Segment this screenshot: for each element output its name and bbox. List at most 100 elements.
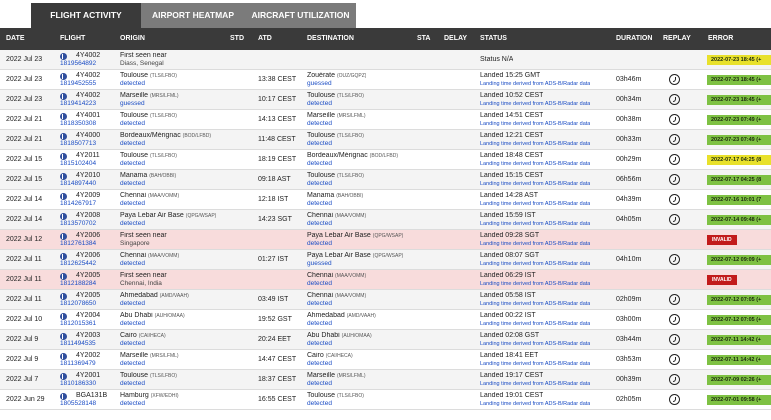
error-badge[interactable]: 2022-07-11 14:42 (+: [707, 355, 771, 365]
replay-icon[interactable]: [669, 334, 680, 345]
table-row[interactable]: 2022 Jul 11 4Y2005 1812078650 Ahmedabad (AM…: [0, 290, 771, 310]
replay-icon[interactable]: [669, 394, 680, 405]
column-header-status[interactable]: STATUS: [480, 28, 507, 50]
error-badge[interactable]: 2022-07-12 07:05 (+: [707, 295, 771, 305]
flight-number[interactable]: 4Y2005: [76, 272, 100, 280]
table-row[interactable]: 2022 Jul 21 4Y4000 1818507713 Bordeaux/Méri…: [0, 130, 771, 150]
flight-id-link[interactable]: 1811369479: [60, 360, 96, 368]
error-badge[interactable]: INVALID: [707, 275, 737, 285]
column-header-sta[interactable]: STA: [417, 28, 430, 50]
error-badge[interactable]: 2022-07-09 02:26 (+: [707, 375, 771, 385]
error-badge[interactable]: 2022-07-23 18:45 (+: [707, 75, 771, 85]
column-header-date[interactable]: DATE: [6, 28, 25, 50]
error-badge[interactable]: 2022-07-12 07:05 (+: [707, 315, 771, 325]
tab-aircraft-utilization[interactable]: AIRCRAFT UTILIZATION: [245, 3, 356, 28]
table-row[interactable]: 2022 Jul 15 4Y2010 1814897440 Manama (BAH/O…: [0, 170, 771, 190]
replay-icon[interactable]: [669, 374, 680, 385]
column-header-std[interactable]: STD: [230, 28, 244, 50]
tab-airport-heatmap[interactable]: AIRPORT HEATMAP: [141, 3, 245, 28]
flight-number[interactable]: 4Y2009: [76, 192, 100, 200]
table-row[interactable]: 2022 Jul 14 4Y2009 1814267917 Chennai (MAA/…: [0, 190, 771, 210]
flight-id-link[interactable]: 1818350308: [60, 120, 96, 128]
replay-icon[interactable]: [669, 94, 680, 105]
error-badge[interactable]: 2022-07-11 14:42 (+: [707, 335, 771, 345]
replay-icon[interactable]: [669, 254, 680, 265]
table-row[interactable]: 2022 Jul 23 4Y4002 1819452555 Toulouse (TLS…: [0, 70, 771, 90]
column-header-flight[interactable]: FLIGHT: [60, 28, 85, 50]
replay-icon[interactable]: [669, 114, 680, 125]
replay-icon[interactable]: [669, 134, 680, 145]
replay-icon[interactable]: [669, 174, 680, 185]
flight-number[interactable]: 4Y2005: [76, 292, 100, 300]
error-badge[interactable]: 2022-07-23 07:49 (+: [707, 115, 771, 125]
tab-flight-activity[interactable]: FLIGHT ACTIVITY: [31, 3, 141, 28]
flight-id-link[interactable]: 1812188284: [60, 280, 96, 288]
flight-number[interactable]: BGA131B: [76, 392, 107, 400]
table-row[interactable]: 2022 Jul 15 4Y2011 1815102404 Toulouse (TLS…: [0, 150, 771, 170]
column-header-duration[interactable]: DURATION: [616, 28, 652, 50]
error-badge[interactable]: INVALID: [707, 235, 737, 245]
replay-icon[interactable]: [669, 214, 680, 225]
flight-id-link[interactable]: 1812015361: [60, 320, 96, 328]
table-row[interactable]: 2022 Jul 21 4Y4001 1818350308 Toulouse (TLS…: [0, 110, 771, 130]
flight-number[interactable]: 4Y2003: [76, 332, 100, 340]
flight-id-link[interactable]: 1819564892: [60, 60, 96, 68]
flight-number[interactable]: 4Y4002: [76, 72, 100, 80]
replay-icon[interactable]: [669, 194, 680, 205]
flight-number[interactable]: 4Y2001: [76, 372, 100, 380]
column-header-destination[interactable]: DESTINATION: [307, 28, 354, 50]
replay-icon[interactable]: [669, 154, 680, 165]
flight-id-link[interactable]: 1818507713: [60, 140, 96, 148]
flight-number[interactable]: 4Y2006: [76, 232, 100, 240]
column-header-replay[interactable]: REPLAY: [663, 28, 691, 50]
flight-id-link[interactable]: 1815102404: [60, 160, 96, 168]
flight-number[interactable]: 4Y2006: [76, 252, 100, 260]
column-header-delay[interactable]: DELAY: [444, 28, 467, 50]
flight-id-link[interactable]: 1812761384: [60, 240, 96, 248]
flight-id-link[interactable]: 1811494535: [60, 340, 96, 348]
replay-icon[interactable]: [669, 74, 680, 85]
flight-id-link[interactable]: 1805528148: [60, 400, 96, 408]
column-header-atd[interactable]: ATD: [258, 28, 272, 50]
error-badge[interactable]: 2022-07-23 18:45 (+: [707, 95, 771, 105]
error-badge[interactable]: 2022-07-17 04:25 (8: [707, 175, 771, 185]
error-badge[interactable]: 2022-07-23 07:49 (+: [707, 135, 771, 145]
flight-number[interactable]: 4Y4000: [76, 132, 100, 140]
flight-number[interactable]: 4Y2010: [76, 172, 100, 180]
table-row[interactable]: 2022 Jul 7 4Y2001 1810186330 Toulouse (TLS/…: [0, 370, 771, 390]
flight-number[interactable]: 4Y4001: [76, 112, 100, 120]
flight-id-link[interactable]: 1812625442: [60, 260, 96, 268]
error-badge[interactable]: 2022-07-01 09:58 (+: [707, 395, 771, 405]
table-row[interactable]: 2022 Jul 14 4Y2008 1813570702 Paya Lebar Ai…: [0, 210, 771, 230]
error-badge[interactable]: 2022-07-12 09:09 (+: [707, 255, 771, 265]
table-row[interactable]: 2022 Jul 9 4Y2002 1811369479 Marseille (MRS…: [0, 350, 771, 370]
flight-id-link[interactable]: 1810186330: [60, 380, 96, 388]
flight-id-link[interactable]: 1812078650: [60, 300, 96, 308]
flight-id-link[interactable]: 1819452555: [60, 80, 96, 88]
flight-number[interactable]: 4Y4002: [76, 92, 100, 100]
table-row[interactable]: 2022 Jul 12 4Y2006 1812761384 First seen ne…: [0, 230, 771, 250]
table-row[interactable]: 2022 Jul 9 4Y2003 1811494535 Cairo (CAI/HEC…: [0, 330, 771, 350]
table-row[interactable]: 2022 Jul 23 4Y4002 1819414223 Marseille (MR…: [0, 90, 771, 110]
column-header-origin[interactable]: ORIGIN: [120, 28, 145, 50]
replay-icon[interactable]: [669, 354, 680, 365]
flight-id-link[interactable]: 1814897440: [60, 180, 96, 188]
column-header-error[interactable]: ERROR: [708, 28, 733, 50]
flight-id-link[interactable]: 1819414223: [60, 100, 96, 108]
flight-id-link[interactable]: 1813570702: [60, 220, 96, 228]
table-row[interactable]: 2022 Jul 11 4Y2005 1812188284 First seen ne…: [0, 270, 771, 290]
flight-number[interactable]: 4Y2004: [76, 312, 100, 320]
replay-icon[interactable]: [669, 314, 680, 325]
error-badge[interactable]: 2022-07-23 18:45 (+: [707, 55, 771, 65]
flight-number[interactable]: 4Y2002: [76, 352, 100, 360]
error-badge[interactable]: 2022-07-14 09:48 (+: [707, 215, 771, 225]
flight-number[interactable]: 4Y2011: [76, 152, 100, 160]
error-badge[interactable]: 2022-07-17 04:25 (8: [707, 155, 771, 165]
table-row[interactable]: 2022 Jun 29 BGA131B 1805528148 Hamburg (XFW…: [0, 390, 771, 410]
table-row[interactable]: 2022 Jul 10 4Y2004 1812015361 Abu Dhabi (AU…: [0, 310, 771, 330]
flight-number[interactable]: 4Y4002: [76, 52, 100, 60]
table-row[interactable]: 2022 Jul 11 4Y2006 1812625442 Chennai (MAA/…: [0, 250, 771, 270]
flight-id-link[interactable]: 1814267917: [60, 200, 96, 208]
table-row[interactable]: 2022 Jul 23 4Y4002 1819564892 First seen ne…: [0, 50, 771, 70]
error-badge[interactable]: 2022-07-16 10:01 (7: [707, 195, 771, 205]
